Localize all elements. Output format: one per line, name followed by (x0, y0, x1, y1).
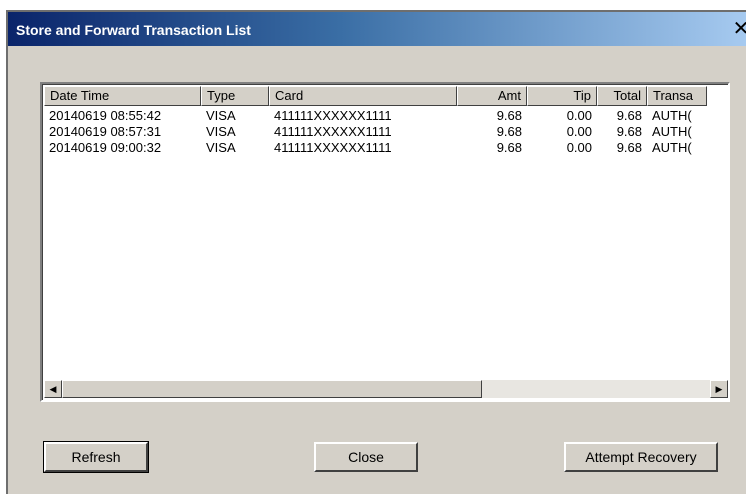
close-button[interactable]: Close (314, 442, 418, 472)
scroll-right-icon[interactable]: ▶ (710, 380, 728, 398)
list-header: Date Time Type Card Amt Tip Total Transa (44, 86, 728, 106)
table-row[interactable]: 20140619 09:00:32 VISA 411111XXXXXX1111 … (44, 140, 728, 156)
column-header-card[interactable]: Card (269, 86, 457, 106)
list-rows: 20140619 08:55:42 VISA 411111XXXXXX1111 … (44, 108, 728, 156)
cell-card: 411111XXXXXX1111 (274, 140, 392, 155)
column-header-transaction[interactable]: Transa (647, 86, 707, 106)
cell-tip: 0.00 (566, 140, 592, 155)
cell-type: VISA (206, 140, 236, 155)
table-row[interactable]: 20140619 08:55:42 VISA 411111XXXXXX1111 … (44, 108, 728, 124)
cell-card: 411111XXXXXX1111 (274, 108, 392, 123)
cell-tip: 0.00 (566, 108, 592, 123)
cell-date-time: 20140619 08:55:42 (49, 108, 162, 123)
cell-total: 9.68 (616, 108, 642, 123)
column-header-type[interactable]: Type (201, 86, 269, 106)
column-header-total[interactable]: Total (597, 86, 647, 106)
table-row[interactable]: 20140619 08:57:31 VISA 411111XXXXXX1111 … (44, 124, 728, 140)
column-header-tip[interactable]: Tip (527, 86, 597, 106)
cell-type: VISA (206, 124, 236, 139)
title-bar[interactable]: Store and Forward Transaction List ✕ (8, 12, 746, 46)
cell-total: 9.68 (616, 140, 642, 155)
cell-amt: 9.68 (496, 124, 522, 139)
scrollbar-thumb[interactable] (62, 380, 482, 398)
cell-total: 9.68 (616, 124, 642, 139)
scroll-left-icon[interactable]: ◀ (44, 380, 62, 398)
column-header-amt[interactable]: Amt (457, 86, 527, 106)
cell-date-time: 20140619 09:00:32 (49, 140, 162, 155)
column-header-date-time[interactable]: Date Time (44, 86, 201, 106)
cell-card: 411111XXXXXX1111 (274, 124, 392, 139)
transaction-list-dialog: Store and Forward Transaction List ✕ Dat… (6, 10, 746, 494)
transaction-list[interactable]: Date Time Type Card Amt Tip Total Transa… (40, 82, 730, 402)
cell-amt: 9.68 (496, 140, 522, 155)
cell-tip: 0.00 (566, 124, 592, 139)
close-icon[interactable]: ✕ (730, 18, 746, 40)
cell-transaction: AUTH( (652, 140, 692, 155)
attempt-recovery-button[interactable]: Attempt Recovery (564, 442, 718, 472)
cell-amt: 9.68 (496, 108, 522, 123)
horizontal-scrollbar[interactable]: ◀ ▶ (44, 380, 728, 398)
cell-transaction: AUTH( (652, 124, 692, 139)
cell-type: VISA (206, 108, 236, 123)
window-title: Store and Forward Transaction List (16, 22, 251, 38)
refresh-button[interactable]: Refresh (43, 441, 149, 473)
cell-date-time: 20140619 08:57:31 (49, 124, 162, 139)
cell-transaction: AUTH( (652, 108, 692, 123)
